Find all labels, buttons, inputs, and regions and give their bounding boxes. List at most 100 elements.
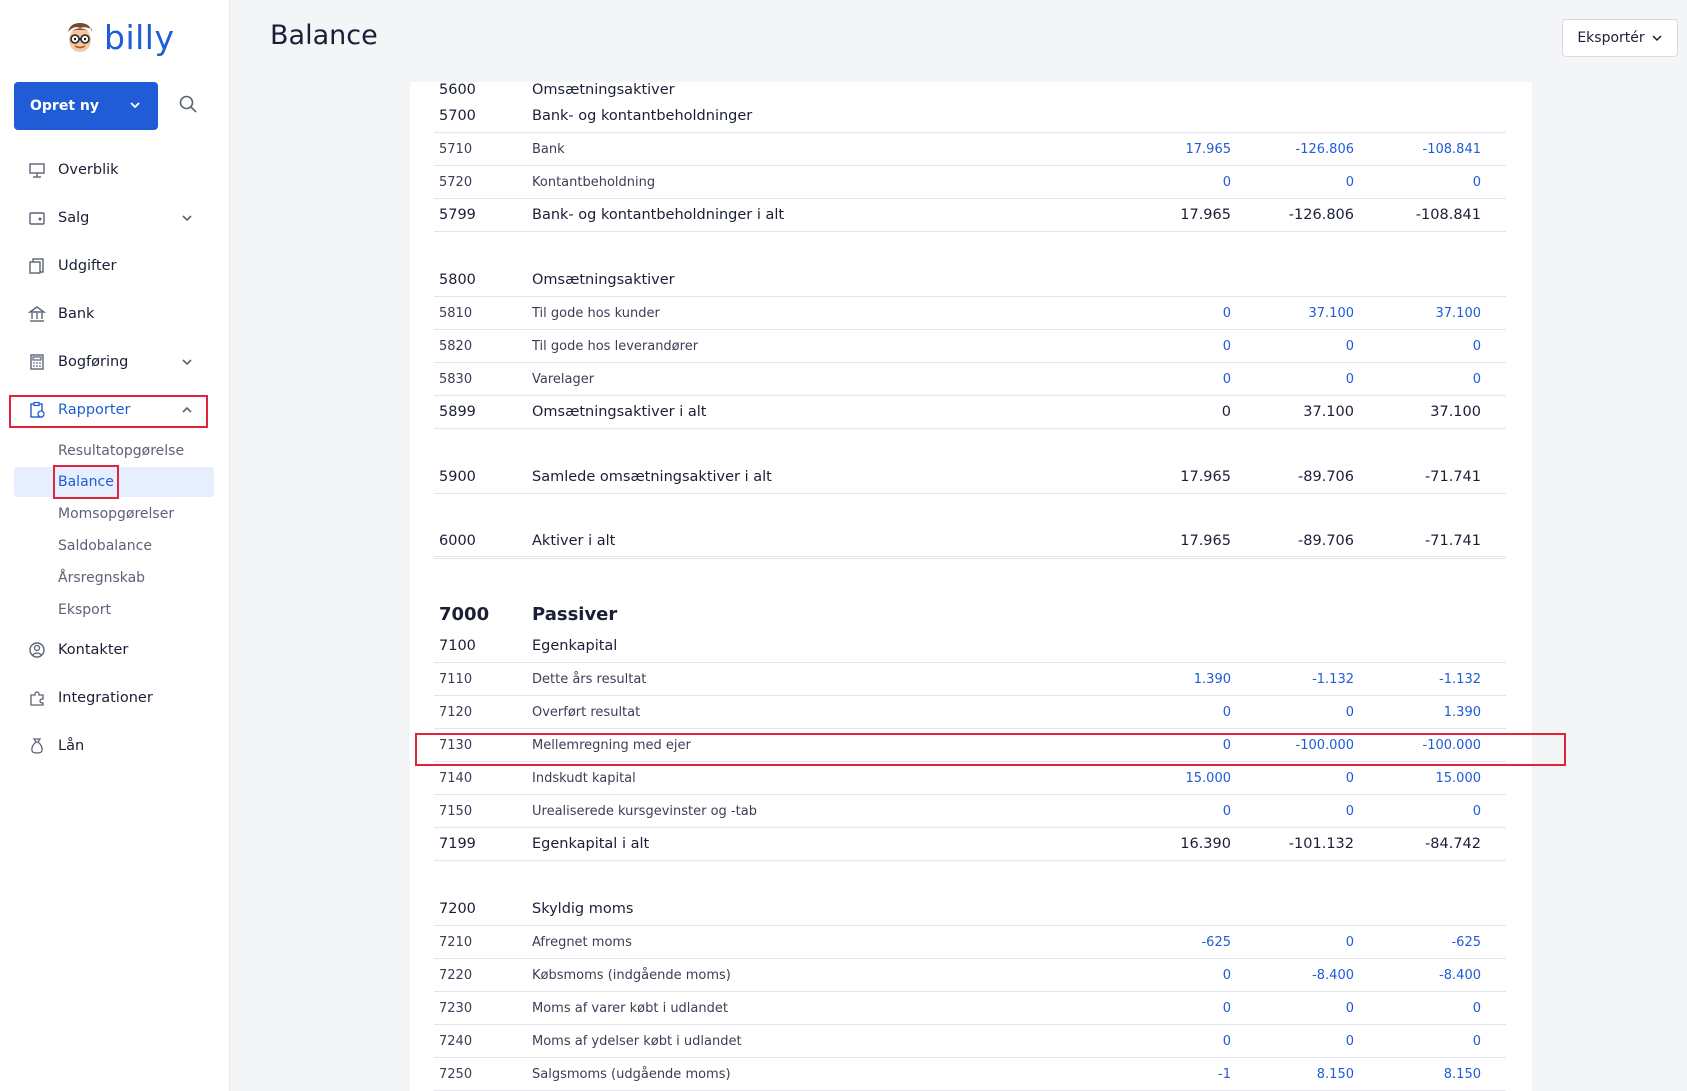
nav-item-rapporter[interactable]: Rapporter — [14, 392, 208, 428]
value-col2: -89.706 — [1298, 533, 1354, 549]
account-number: 7140 — [439, 770, 473, 786]
value-col3[interactable]: 0 — [1341, 1001, 1481, 1016]
value-col1[interactable]: -1 — [1091, 1067, 1231, 1082]
value-col2[interactable]: 0 — [1214, 372, 1354, 387]
table-row-total: 5899 Omsætningsaktiver i alt 0 37.100 37… — [434, 396, 1506, 429]
value-col2: -89.706 — [1298, 469, 1354, 485]
value-col1[interactable]: 0 — [1091, 175, 1231, 190]
nav-item-lan[interactable]: Lån — [14, 728, 208, 764]
value-col1[interactable]: 0 — [1091, 339, 1231, 354]
table-row-total: 6000 Aktiver i alt 17.965 -89.706 -71.74… — [434, 526, 1506, 559]
value-col1[interactable]: -625 — [1091, 935, 1231, 950]
account-number: 7110 — [439, 671, 473, 687]
value-col2[interactable]: 0 — [1214, 1034, 1354, 1049]
account-name: Egenkapital i alt — [532, 836, 650, 852]
nav-item-integrationer[interactable]: Integrationer — [14, 680, 208, 716]
subnav-momsopgorelser[interactable]: Momsopgørelser — [14, 499, 214, 529]
value-col3: -71.741 — [1425, 533, 1481, 549]
value-col2[interactable]: 0 — [1214, 771, 1354, 786]
value-col3[interactable]: 0 — [1341, 804, 1481, 819]
value-col2[interactable]: 0 — [1214, 804, 1354, 819]
value-col2[interactable]: 37.100 — [1214, 306, 1355, 321]
table-row-total: 5799 Bank- og kontantbeholdninger i alt … — [434, 199, 1506, 232]
subnav-saldobalance[interactable]: Saldobalance — [14, 531, 214, 561]
value-col3[interactable]: 15.000 — [1341, 771, 1482, 786]
account-name: Aktiver i alt — [532, 533, 616, 549]
value-col3[interactable]: 8.150 — [1341, 1067, 1481, 1082]
create-new-button[interactable]: Opret ny — [14, 82, 158, 130]
value-col3[interactable]: 0 — [1341, 372, 1481, 387]
nav-item-kontakter[interactable]: Kontakter — [14, 632, 208, 668]
value-col2[interactable]: 0 — [1214, 175, 1354, 190]
value-col2[interactable]: 0 — [1214, 1001, 1354, 1016]
subnav-arsregnskab[interactable]: Årsregnskab — [14, 563, 214, 593]
value-col1: 17.965 — [1180, 469, 1231, 485]
value-col1: 0 — [1221, 404, 1231, 420]
value-col1[interactable]: 0 — [1091, 306, 1231, 321]
account-name: Moms af varer købt i udlandet — [532, 1000, 728, 1016]
nav-label: Bogføring — [58, 354, 129, 370]
value-col2[interactable]: -1.132 — [1214, 672, 1354, 687]
value-col3[interactable]: -8.400 — [1341, 968, 1481, 983]
nav-label: Kontakter — [58, 642, 129, 658]
value-col1[interactable]: 0 — [1091, 1034, 1231, 1049]
value-col1[interactable]: 0 — [1091, 372, 1231, 387]
wallet-icon — [28, 209, 46, 227]
value-col3[interactable]: 0 — [1341, 1034, 1481, 1049]
value-col2[interactable]: -100.000 — [1214, 738, 1354, 753]
table-row: 7120 Overført resultat 0 0 1.390 — [434, 696, 1506, 729]
subnav-label: Eksport — [58, 602, 111, 618]
account-name: Kontantbeholdning — [532, 174, 656, 190]
subnav-balance[interactable]: Balance — [14, 467, 214, 497]
value-col3[interactable]: -100.000 — [1341, 738, 1481, 753]
chevron-up-icon — [180, 403, 194, 421]
nav-item-bank[interactable]: Bank — [14, 296, 208, 332]
billy-logo[interactable]: billy — [62, 18, 174, 57]
export-label: Eksportér — [1577, 30, 1645, 46]
value-col1[interactable]: 0 — [1091, 705, 1231, 720]
account-number: 5600 — [439, 82, 476, 98]
nav-item-overblik[interactable]: Overblik — [14, 152, 208, 188]
export-button[interactable]: Eksportér — [1562, 19, 1678, 57]
table-row: 7200 Skyldig moms — [434, 893, 1506, 926]
account-number: 7120 — [439, 704, 473, 720]
value-col1[interactable]: 0 — [1091, 804, 1231, 819]
subnav-resultatopgorelse[interactable]: Resultatopgørelse — [14, 436, 214, 466]
subnav-eksport[interactable]: Eksport — [14, 595, 214, 625]
account-name: Bank — [532, 141, 565, 157]
value-col1[interactable]: 17.965 — [1091, 142, 1232, 157]
value-col1[interactable]: 0 — [1091, 1001, 1231, 1016]
account-number: 5700 — [439, 108, 476, 124]
nav-item-bogforing[interactable]: Bogføring — [14, 344, 208, 380]
value-col1[interactable]: 0 — [1091, 968, 1231, 983]
value-col2[interactable]: 0 — [1214, 935, 1354, 950]
account-name: Urealiserede kursgevinster og -tab — [532, 803, 757, 819]
value-col2[interactable]: -126.806 — [1214, 142, 1354, 157]
value-col2[interactable]: 8.150 — [1214, 1067, 1354, 1082]
value-col3: -84.742 — [1425, 836, 1481, 852]
search-icon[interactable] — [178, 94, 202, 118]
table-row-total: 5900 Samlede omsætningsaktiver i alt 17.… — [434, 461, 1506, 494]
account-name: Bank- og kontantbeholdninger — [532, 108, 753, 124]
account-number: 5720 — [439, 174, 473, 190]
value-col1[interactable]: 1.390 — [1091, 672, 1231, 687]
value-col2[interactable]: -8.400 — [1214, 968, 1354, 983]
chevron-down-icon — [128, 98, 142, 116]
account-name: Moms af ydelser købt i udlandet — [532, 1033, 742, 1049]
value-col3[interactable]: -1.132 — [1341, 672, 1481, 687]
nav-item-salg[interactable]: Salg — [14, 200, 208, 236]
value-col2[interactable]: 0 — [1214, 339, 1354, 354]
account-number: 7240 — [439, 1033, 473, 1049]
value-col3[interactable]: 1.390 — [1341, 705, 1481, 720]
value-col3[interactable]: 0 — [1341, 175, 1481, 190]
table-row: 7100 Egenkapital — [434, 630, 1506, 663]
value-col3[interactable]: 0 — [1341, 339, 1481, 354]
value-col3[interactable]: -108.841 — [1341, 142, 1481, 157]
value-col1[interactable]: 0 — [1091, 738, 1231, 753]
value-col3[interactable]: -625 — [1341, 935, 1481, 950]
value-col3[interactable]: 37.100 — [1341, 306, 1482, 321]
value-col2[interactable]: 0 — [1214, 705, 1354, 720]
value-col1[interactable]: 15.000 — [1091, 771, 1232, 786]
nav-item-udgifter[interactable]: Udgifter — [14, 248, 208, 284]
table-row: 7150 Urealiserede kursgevinster og -tab … — [434, 795, 1506, 828]
